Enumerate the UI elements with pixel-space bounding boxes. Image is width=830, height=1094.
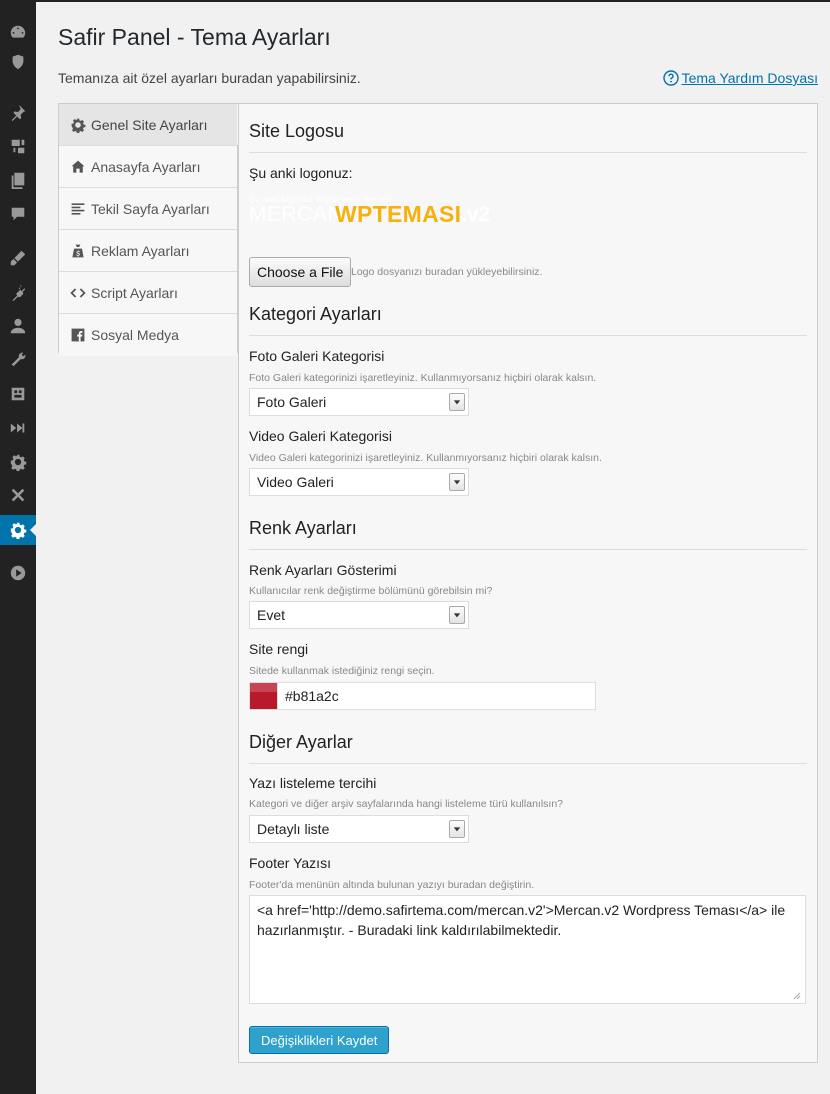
import-icon[interactable] [0,379,36,409]
tab-label: Genel Site Ayarları [91,116,208,133]
code-icon [69,284,87,302]
tab-label: Reklam Ayarları [91,242,190,259]
settings-tabs: Genel Site Ayarları Anasayfa Ayarları Te… [58,103,239,356]
help-icon [662,70,679,86]
section-heading-color: Renk Ayarları [249,518,807,550]
footer-text-desc: Footer'da menünün altında bulunan yazıyı… [249,879,535,891]
site-logo-preview: Şu anki logonuz WordPress Teması MERCAN … [249,194,499,234]
video-gallery-select[interactable]: Video Galeri [249,468,469,496]
resize-grip-icon[interactable] [791,990,801,1000]
tab-homepage[interactable]: Anasayfa Ayarları [59,146,237,188]
section-heading-logo: Site Logosu [249,121,807,153]
site-color-desc: Sitede kullanmak istediğiniz rengi seçin… [249,665,435,677]
gear-icon[interactable] [0,515,36,545]
forward-icon[interactable] [0,413,36,443]
help-link[interactable]: Tema Yardım Dosyası [662,70,818,86]
select-value: Evet [257,607,286,623]
logo-text-version: .v2 [461,203,491,226]
gear-icon [69,116,87,134]
tab-script[interactable]: Script Ayarları [59,272,237,314]
play-icon[interactable] [0,558,36,588]
tools-icon[interactable] [0,345,36,375]
file-upload-note: Logo dosyanızı buradan yükleyebilirsiniz… [351,266,543,278]
color-display-desc: Kullanıcılar renk değiştirme bölümünü gö… [249,585,493,597]
tab-ads[interactable]: Reklam Ayarları [59,230,237,272]
tab-label: Sosyal Medya [91,327,179,343]
chevron-down-icon [449,473,465,491]
tab-label: Script Ayarları [91,284,178,301]
media-icon[interactable] [0,131,36,161]
page-title: Safir Panel - Tema Ayarları [58,24,331,50]
color-display-select[interactable]: Evet [249,601,469,629]
pin-icon[interactable] [0,97,36,127]
home-icon [69,158,87,176]
page-subtitle: Temanıza ait özel ayarları buradan yapab… [58,70,361,86]
section-heading-category: Kategori Ayarları [249,304,807,336]
appearance-icon[interactable] [0,243,36,273]
list-preference-select[interactable]: Detaylı liste [249,815,469,843]
facebook-icon [69,326,87,344]
site-color-label: Site rengi [249,641,309,657]
admin-menu [0,2,36,1094]
settings-icon[interactable] [0,447,36,477]
color-display-label: Renk Ayarları Gösterimi [249,562,397,578]
list-preference-desc: Kategori ve diğer arşiv sayfalarında han… [249,798,564,810]
shield-icon[interactable] [0,47,36,77]
color-value: #b81a2c [285,688,339,704]
video-gallery-desc: Video Galeri kategorinizi işaretleyiniz.… [249,452,602,464]
photo-gallery-desc: Foto Galeri kategorinizi işaretleyiniz. … [249,372,597,384]
plugins-icon[interactable] [0,277,36,307]
pages-icon[interactable] [0,165,36,195]
choose-file-button[interactable]: Choose a File [249,257,352,287]
footer-text-label: Footer Yazısı [249,855,331,871]
list-preference-label: Yazı listeleme tercihi [249,775,377,791]
money-bag-icon [69,242,87,260]
logo-text-mercan: MERCAN [249,203,344,226]
settings-panel: Site Logosu Şu anki logonuz: Şu anki log… [238,103,818,1063]
toolbox-icon[interactable] [0,481,36,511]
comments-icon[interactable] [0,199,36,229]
footer-text-value: <a href='http://demo.safirtema.com/merca… [257,902,786,938]
tab-general-site[interactable]: Genel Site Ayarları [59,104,239,146]
select-value: Foto Galeri [257,394,327,410]
tab-social-media[interactable]: Sosyal Medya [59,314,237,356]
admin-bar [0,0,830,2]
site-color-picker[interactable]: #b81a2c [249,682,596,710]
tab-single-page[interactable]: Tekil Sayfa Ayarları [59,188,237,230]
dashboard-icon[interactable] [0,17,36,47]
video-gallery-label: Video Galeri Kategorisi [249,428,392,444]
footer-text-area[interactable]: <a href='http://demo.safirtema.com/merca… [249,895,806,1004]
chevron-down-icon [449,606,465,624]
save-changes-button[interactable]: Değişiklikleri Kaydet [249,1026,390,1054]
users-icon[interactable] [0,311,36,341]
chevron-down-icon [449,820,465,838]
tab-label: Tekil Sayfa Ayarları [91,200,210,217]
select-value: Video Galeri [257,474,334,490]
help-link-label: Tema Yardım Dosyası [681,70,818,86]
section-heading-other: Diğer Ayarlar [249,732,807,764]
chevron-down-icon [449,393,465,411]
color-swatch[interactable] [250,683,278,709]
photo-gallery-label: Foto Galeri Kategorisi [249,348,385,364]
text-lines-icon [69,200,87,218]
logo-text-wptemasi: WPTEMASI [335,201,462,227]
photo-gallery-select[interactable]: Foto Galeri [249,388,469,416]
select-value: Detaylı liste [257,821,330,837]
tab-label: Anasayfa Ayarları [91,158,201,175]
current-logo-label: Şu anki logonuz: [249,165,353,181]
